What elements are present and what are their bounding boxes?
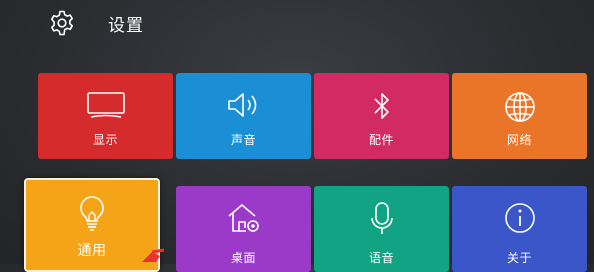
tile-label: 关于 xyxy=(506,251,532,265)
tile-label: 显示 xyxy=(92,133,118,147)
tile-network[interactable]: 网络 xyxy=(452,73,587,159)
tile-label: 语音 xyxy=(368,251,394,265)
tv-icon xyxy=(86,92,125,118)
tile-label: 声音 xyxy=(230,133,256,147)
header: 设置 xyxy=(0,0,594,50)
bluetooth-icon xyxy=(373,93,389,119)
tile-desktop[interactable]: 桌面 xyxy=(176,186,311,272)
tile-label: 配件 xyxy=(368,133,394,147)
info-icon xyxy=(504,203,535,233)
tile-about[interactable]: 关于 xyxy=(452,186,587,272)
tile-display[interactable]: 显示 xyxy=(38,73,173,159)
tile-label: 网络 xyxy=(506,133,532,147)
tile-label: 桌面 xyxy=(230,251,256,265)
speaker-icon xyxy=(227,93,256,117)
tile-sound[interactable]: 声音 xyxy=(176,73,311,159)
microphone-icon xyxy=(370,202,393,234)
lightbulb-icon xyxy=(80,196,104,231)
pointer-arrow-icon xyxy=(142,248,165,262)
globe-icon xyxy=(504,92,535,122)
tile-accessories[interactable]: 配件 xyxy=(314,73,449,159)
home-settings-icon xyxy=(227,204,259,232)
page-title: 设置 xyxy=(108,16,144,36)
gear-icon[interactable] xyxy=(49,10,75,36)
tile-voice[interactable]: 语音 xyxy=(314,186,449,272)
